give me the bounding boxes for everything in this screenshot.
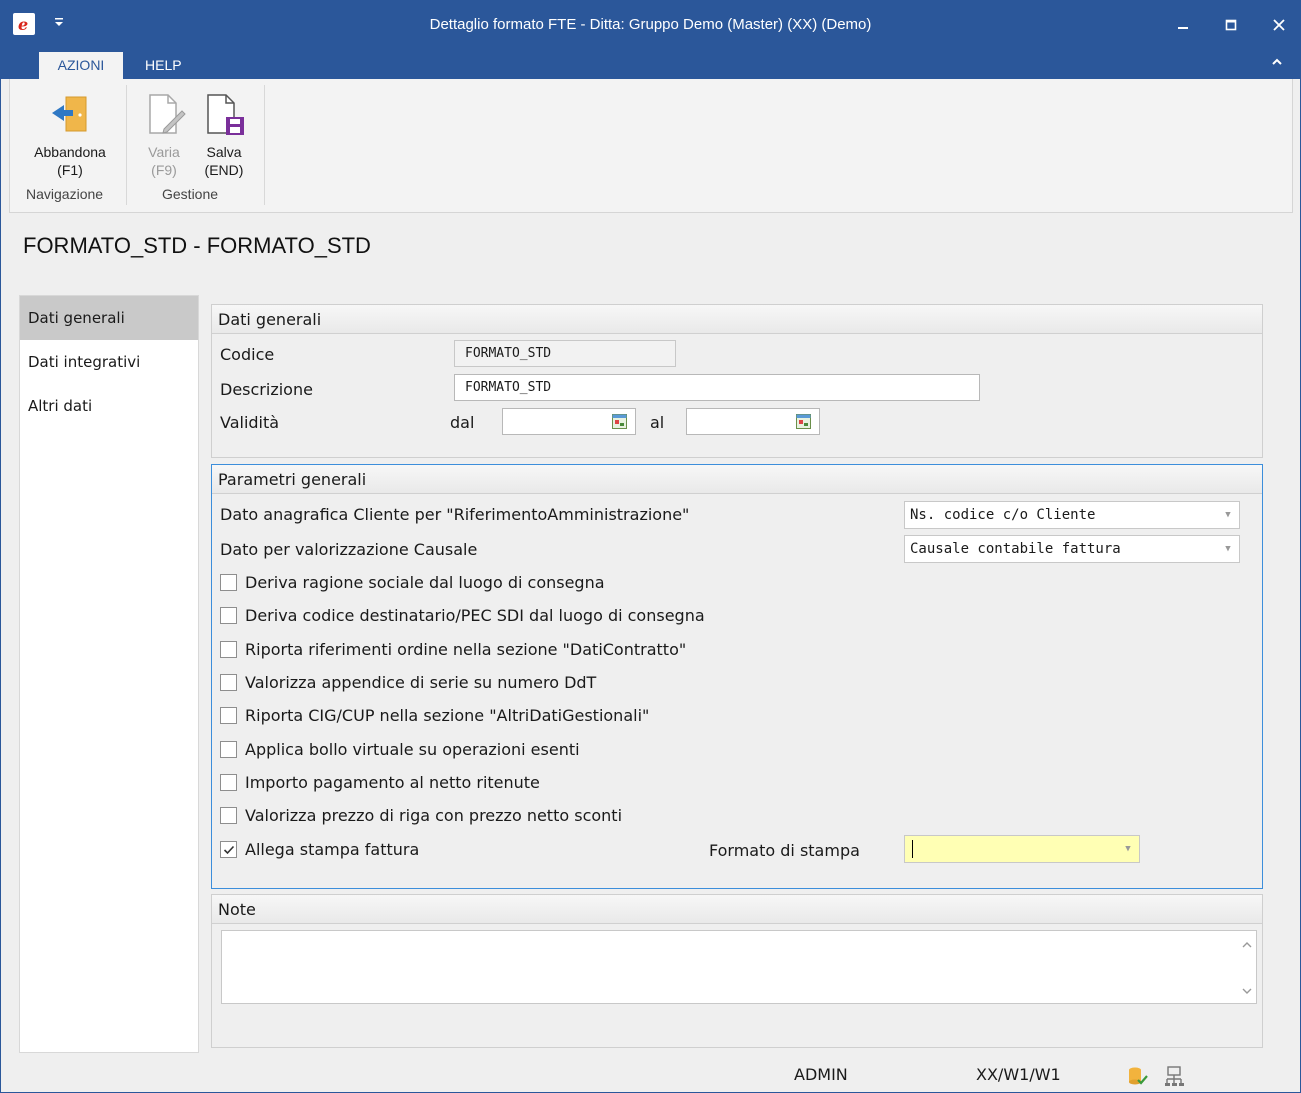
text-cursor (912, 840, 913, 858)
checkbox-label: Deriva ragione sociale dal luogo di cons… (245, 573, 605, 592)
validita-al-date-field[interactable] (686, 408, 820, 435)
checkbox-label: Deriva codice destinatario/PEC SDI dal l… (245, 606, 705, 625)
abbandona-shortcut: (F1) (57, 162, 83, 178)
status-user: ADMIN (794, 1065, 848, 1084)
nav-item-dati-integrativi[interactable]: Dati integrativi (20, 340, 198, 384)
save-document-icon (202, 89, 246, 137)
checkbox-importo-netto-ritenute[interactable]: Importo pagamento al netto ritenute (220, 773, 540, 793)
causale-select[interactable]: Causale contabile fattura ▼ (904, 535, 1240, 563)
abbandona-label: Abbandona (34, 144, 106, 160)
close-button[interactable] (1255, 1, 1301, 48)
validita-dal-date-field[interactable] (502, 408, 636, 435)
checkbox-valorizza-appendice[interactable]: Valorizza appendice di serie su numero D… (220, 673, 596, 693)
database-check-icon[interactable] (1127, 1065, 1149, 1087)
parametri-generali-panel: Parametri generali Dato anagrafica Clien… (211, 464, 1263, 889)
ribbon-separator (264, 85, 265, 205)
checkbox-box[interactable] (220, 807, 237, 824)
checkbox-box[interactable] (220, 774, 237, 791)
nav-item-dati-generali[interactable]: Dati generali (20, 296, 198, 340)
validita-label: Validità (220, 413, 280, 432)
descrizione-label: Descrizione (220, 380, 313, 399)
note-textarea[interactable] (221, 930, 1257, 1004)
varia-button[interactable]: Varia (F9) (140, 89, 188, 179)
causale-value: Causale contabile fattura (910, 541, 1121, 557)
varia-shortcut: (F9) (151, 162, 177, 178)
checkbox-label: Importo pagamento al netto ritenute (245, 773, 540, 792)
maximize-button[interactable] (1207, 1, 1255, 48)
parametri-generali-header: Parametri generali (212, 465, 1262, 494)
minimize-button[interactable] (1159, 1, 1207, 48)
checkbox-box[interactable] (220, 607, 237, 624)
checkbox-box[interactable] (220, 674, 237, 691)
checkbox-label: Allega stampa fattura (245, 840, 420, 859)
network-icon[interactable] (1163, 1065, 1185, 1087)
note-header: Note (212, 895, 1262, 924)
section-nav: Dati generali Dati integrativi Altri dat… (19, 295, 199, 1053)
page-title: FORMATO_STD - FORMATO_STD (23, 233, 371, 258)
window-title: Dettaglio formato FTE - Ditta: Gruppo De… (429, 16, 872, 33)
riferimento-amministrazione-label: Dato anagrafica Cliente per "Riferimento… (220, 505, 690, 524)
application-window: e Dettaglio formato FTE - Ditta: Gruppo … (0, 0, 1301, 1093)
edit-document-icon (142, 89, 186, 137)
riferimento-amministrazione-value: Ns. codice c/o Cliente (910, 507, 1096, 523)
salva-button[interactable]: Salva (END) (198, 89, 250, 179)
checkbox-box[interactable] (220, 741, 237, 758)
varia-label: Varia (148, 144, 180, 160)
note-panel: Note (211, 894, 1263, 1048)
checkbox-valorizza-prezzo-netto[interactable]: Valorizza prezzo di riga con prezzo nett… (220, 806, 622, 826)
al-label: al (650, 413, 665, 432)
checkbox-riporta-riferimenti-ordine[interactable]: Riporta riferimenti ordine nella sezione… (220, 640, 686, 660)
checkbox-box[interactable] (220, 641, 237, 658)
abbandona-button[interactable]: Abbandona (F1) (24, 89, 116, 179)
chevron-down-icon[interactable]: ▼ (1217, 502, 1239, 528)
checkbox-allega-stampa-fattura[interactable]: Allega stampa fattura (220, 840, 419, 860)
ribbon-group-navigazione: Navigazione (26, 186, 104, 202)
riferimento-amministrazione-select[interactable]: Ns. codice c/o Cliente ▼ (904, 501, 1240, 529)
nav-item-altri-dati[interactable]: Altri dati (20, 384, 198, 428)
ribbon-tab-bar: AZIONI HELP (1, 48, 1300, 79)
checkbox-box[interactable] (220, 707, 237, 724)
codice-label: Codice (220, 345, 275, 364)
ribbon-separator (126, 85, 127, 205)
checkmark-icon (223, 845, 235, 855)
checkbox-deriva-ragione-sociale[interactable]: Deriva ragione sociale dal luogo di cons… (220, 573, 605, 593)
checkbox-label: Valorizza prezzo di riga con prezzo nett… (245, 806, 623, 825)
checkbox-label: Riporta riferimenti ordine nella sezione… (245, 640, 687, 659)
checkbox-deriva-codice-destinatario[interactable]: Deriva codice destinatario/PEC SDI dal l… (220, 606, 705, 626)
checkbox-box[interactable] (220, 574, 237, 591)
status-path: XX/W1/W1 (976, 1065, 1061, 1084)
exit-door-icon (48, 89, 92, 137)
checkbox-applica-bollo-virtuale[interactable]: Applica bollo virtuale su operazioni ese… (220, 740, 580, 760)
salva-label: Salva (206, 144, 242, 160)
checkbox-riporta-cig-cup[interactable]: Riporta CIG/CUP nella sezione "AltriDati… (220, 706, 649, 726)
checkbox-box[interactable] (220, 841, 237, 858)
tab-help[interactable]: HELP (131, 52, 196, 79)
checkbox-label: Riporta CIG/CUP nella sezione "AltriDati… (245, 706, 650, 725)
checkbox-label: Applica bollo virtuale su operazioni ese… (245, 740, 580, 759)
calendar-icon[interactable] (612, 414, 627, 429)
title-bar: e Dettaglio formato FTE - Ditta: Gruppo … (1, 1, 1300, 48)
note-scrollbar[interactable] (1238, 931, 1256, 1003)
dati-generali-header: Dati generali (212, 305, 1262, 334)
codice-field[interactable]: FORMATO_STD (454, 340, 676, 367)
checkbox-label: Valorizza appendice di serie su numero D… (245, 673, 597, 692)
descrizione-field[interactable]: FORMATO_STD (454, 374, 980, 401)
dal-label: dal (450, 413, 475, 432)
formato-stampa-label: Formato di stampa (709, 841, 860, 860)
ribbon-group-gestione: Gestione (162, 186, 219, 202)
formato-stampa-select[interactable]: ▼ (904, 835, 1140, 863)
ribbon-collapse-icon[interactable] (1270, 54, 1286, 70)
salva-shortcut: (END) (204, 162, 244, 178)
calendar-icon[interactable] (796, 414, 811, 429)
dati-generali-panel: Dati generali Codice FORMATO_STD Descriz… (211, 304, 1263, 458)
ribbon: Abbandona (F1) Varia (F9) Salva (END) Na… (9, 79, 1293, 213)
tab-azioni[interactable]: AZIONI (39, 52, 123, 79)
causale-label: Dato per valorizzazione Causale (220, 540, 478, 559)
chevron-down-icon[interactable]: ▼ (1217, 536, 1239, 562)
chevron-down-icon[interactable]: ▼ (1117, 836, 1139, 862)
